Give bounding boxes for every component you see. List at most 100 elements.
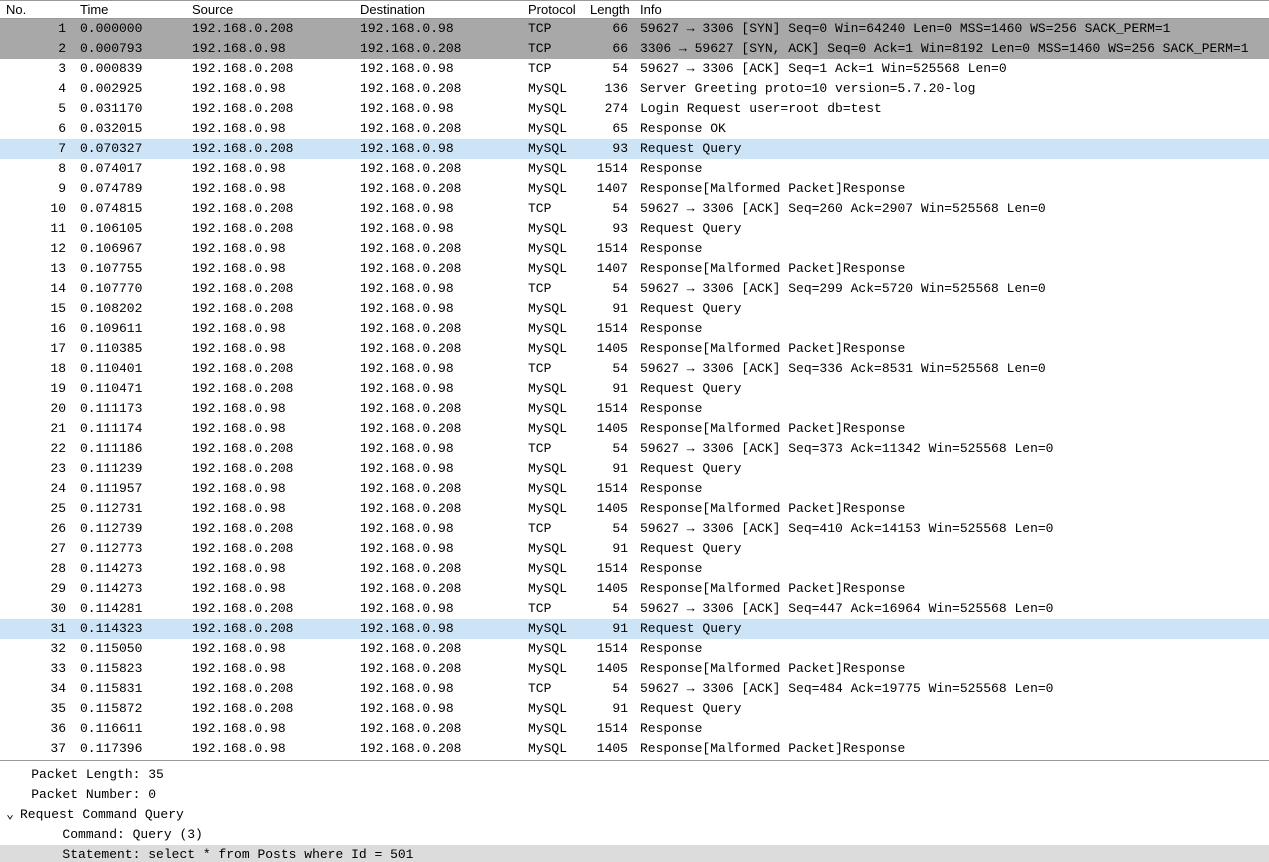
cell-dest: 192.168.0.98 <box>354 379 522 399</box>
cell-source: 192.168.0.208 <box>186 599 354 619</box>
packet-row[interactable]: 180.110401192.168.0.208192.168.0.98TCP54… <box>0 359 1269 379</box>
cell-dest: 192.168.0.208 <box>354 659 522 679</box>
packet-row[interactable]: 350.115872192.168.0.208192.168.0.98MySQL… <box>0 699 1269 719</box>
cell-proto: MySQL <box>522 479 584 499</box>
detail-request-command-query[interactable]: ⌄Request Command Query <box>0 805 1269 825</box>
packet-row[interactable]: 140.107770192.168.0.208192.168.0.98TCP54… <box>0 279 1269 299</box>
cell-no: 24 <box>0 479 74 499</box>
packet-row[interactable]: 240.111957192.168.0.98192.168.0.208MySQL… <box>0 479 1269 499</box>
cell-info: Response <box>634 639 1269 659</box>
cell-dest: 192.168.0.208 <box>354 579 522 599</box>
packet-row[interactable]: 160.109611192.168.0.98192.168.0.208MySQL… <box>0 319 1269 339</box>
col-proto[interactable]: Protocol <box>522 1 584 18</box>
cell-source: 192.168.0.208 <box>186 19 354 39</box>
cell-length: 91 <box>584 699 634 719</box>
packet-row[interactable]: 70.070327192.168.0.208192.168.0.98MySQL9… <box>0 139 1269 159</box>
cell-time: 0.117396 <box>74 739 186 759</box>
cell-length: 1407 <box>584 259 634 279</box>
cell-length: 91 <box>584 619 634 639</box>
packet-row[interactable]: 290.114273192.168.0.98192.168.0.208MySQL… <box>0 579 1269 599</box>
cell-info: Response[Malformed Packet]Response <box>634 419 1269 439</box>
col-dest[interactable]: Destination <box>354 1 522 18</box>
packet-row[interactable]: 260.112739192.168.0.208192.168.0.98TCP54… <box>0 519 1269 539</box>
packet-details[interactable]: Packet Length: 35 Packet Number: 0 ⌄Requ… <box>0 760 1269 862</box>
cell-source: 192.168.0.208 <box>186 299 354 319</box>
cell-proto: MySQL <box>522 99 584 119</box>
detail-statement[interactable]: Statement: select * from Posts where Id … <box>0 845 1269 862</box>
packet-row[interactable]: 200.111173192.168.0.98192.168.0.208MySQL… <box>0 399 1269 419</box>
cell-info: Response[Malformed Packet]Response <box>634 579 1269 599</box>
cell-proto: MySQL <box>522 219 584 239</box>
cell-dest: 192.168.0.208 <box>354 499 522 519</box>
packet-row[interactable]: 370.117396192.168.0.98192.168.0.208MySQL… <box>0 739 1269 759</box>
packet-row[interactable]: 190.110471192.168.0.208192.168.0.98MySQL… <box>0 379 1269 399</box>
cell-no: 2 <box>0 39 74 59</box>
packet-row[interactable]: 270.112773192.168.0.208192.168.0.98MySQL… <box>0 539 1269 559</box>
cell-time: 0.116611 <box>74 719 186 739</box>
packet-row[interactable]: 50.031170192.168.0.208192.168.0.98MySQL2… <box>0 99 1269 119</box>
cell-info: Response <box>634 319 1269 339</box>
packet-row[interactable]: 130.107755192.168.0.98192.168.0.208MySQL… <box>0 259 1269 279</box>
col-time[interactable]: Time <box>74 1 186 18</box>
cell-proto: MySQL <box>522 119 584 139</box>
packet-row[interactable]: 330.115823192.168.0.98192.168.0.208MySQL… <box>0 659 1269 679</box>
cell-info: 59627 → 3306 [ACK] Seq=410 Ack=14153 Win… <box>634 519 1269 539</box>
cell-dest: 192.168.0.98 <box>354 619 522 639</box>
cell-length: 65 <box>584 119 634 139</box>
packet-row[interactable]: 40.002925192.168.0.98192.168.0.208MySQL1… <box>0 79 1269 99</box>
col-source[interactable]: Source <box>186 1 354 18</box>
cell-info: 59627 → 3306 [ACK] Seq=260 Ack=2907 Win=… <box>634 199 1269 219</box>
packet-row[interactable]: 340.115831192.168.0.208192.168.0.98TCP54… <box>0 679 1269 699</box>
expand-toggle-icon[interactable]: ⌄ <box>0 805 20 825</box>
packet-row[interactable]: 220.111186192.168.0.208192.168.0.98TCP54… <box>0 439 1269 459</box>
packet-row[interactable]: 170.110385192.168.0.98192.168.0.208MySQL… <box>0 339 1269 359</box>
cell-proto: TCP <box>522 599 584 619</box>
cell-proto: MySQL <box>522 399 584 419</box>
packet-row[interactable]: 80.074017192.168.0.98192.168.0.208MySQL1… <box>0 159 1269 179</box>
packet-row[interactable]: 210.111174192.168.0.98192.168.0.208MySQL… <box>0 419 1269 439</box>
cell-info: Response <box>634 239 1269 259</box>
packet-row[interactable]: 280.114273192.168.0.98192.168.0.208MySQL… <box>0 559 1269 579</box>
col-length[interactable]: Length <box>584 1 634 18</box>
packet-list[interactable]: 10.000000192.168.0.208192.168.0.98TCP665… <box>0 19 1269 760</box>
cell-time: 0.106105 <box>74 219 186 239</box>
col-info[interactable]: Info <box>634 1 1269 18</box>
cell-length: 1514 <box>584 559 634 579</box>
cell-dest: 192.168.0.98 <box>354 439 522 459</box>
cell-no: 35 <box>0 699 74 719</box>
packet-row[interactable]: 110.106105192.168.0.208192.168.0.98MySQL… <box>0 219 1269 239</box>
cell-length: 1514 <box>584 639 634 659</box>
cell-length: 54 <box>584 199 634 219</box>
cell-info: Request Query <box>634 699 1269 719</box>
packet-row[interactable]: 230.111239192.168.0.208192.168.0.98MySQL… <box>0 459 1269 479</box>
packet-row[interactable]: 250.112731192.168.0.98192.168.0.208MySQL… <box>0 499 1269 519</box>
cell-length: 91 <box>584 539 634 559</box>
cell-no: 14 <box>0 279 74 299</box>
cell-time: 0.031170 <box>74 99 186 119</box>
cell-proto: MySQL <box>522 319 584 339</box>
cell-time: 0.002925 <box>74 79 186 99</box>
cell-time: 0.074017 <box>74 159 186 179</box>
packet-row[interactable]: 150.108202192.168.0.208192.168.0.98MySQL… <box>0 299 1269 319</box>
cell-info: Response[Malformed Packet]Response <box>634 739 1269 759</box>
packet-row[interactable]: 100.074815192.168.0.208192.168.0.98TCP54… <box>0 199 1269 219</box>
packet-row[interactable]: 60.032015192.168.0.98192.168.0.208MySQL6… <box>0 119 1269 139</box>
packet-row[interactable]: 120.106967192.168.0.98192.168.0.208MySQL… <box>0 239 1269 259</box>
cell-source: 192.168.0.98 <box>186 159 354 179</box>
cell-proto: MySQL <box>522 179 584 199</box>
packet-row[interactable]: 310.114323192.168.0.208192.168.0.98MySQL… <box>0 619 1269 639</box>
packet-row[interactable]: 360.116611192.168.0.98192.168.0.208MySQL… <box>0 719 1269 739</box>
cell-info: 59627 → 3306 [ACK] Seq=299 Ack=5720 Win=… <box>634 279 1269 299</box>
col-no[interactable]: No. <box>0 1 74 18</box>
packet-row[interactable]: 300.114281192.168.0.208192.168.0.98TCP54… <box>0 599 1269 619</box>
packet-capture-view: No. Time Source Destination Protocol Len… <box>0 0 1269 862</box>
packet-row[interactable]: 10.000000192.168.0.208192.168.0.98TCP665… <box>0 19 1269 39</box>
column-headers[interactable]: No. Time Source Destination Protocol Len… <box>0 1 1269 19</box>
cell-length: 66 <box>584 39 634 59</box>
packet-row[interactable]: 320.115050192.168.0.98192.168.0.208MySQL… <box>0 639 1269 659</box>
packet-row[interactable]: 90.074789192.168.0.98192.168.0.208MySQL1… <box>0 179 1269 199</box>
cell-proto: TCP <box>522 439 584 459</box>
packet-row[interactable]: 20.000793192.168.0.98192.168.0.208TCP663… <box>0 39 1269 59</box>
packet-row[interactable]: 30.000839192.168.0.208192.168.0.98TCP545… <box>0 59 1269 79</box>
cell-dest: 192.168.0.208 <box>354 739 522 759</box>
